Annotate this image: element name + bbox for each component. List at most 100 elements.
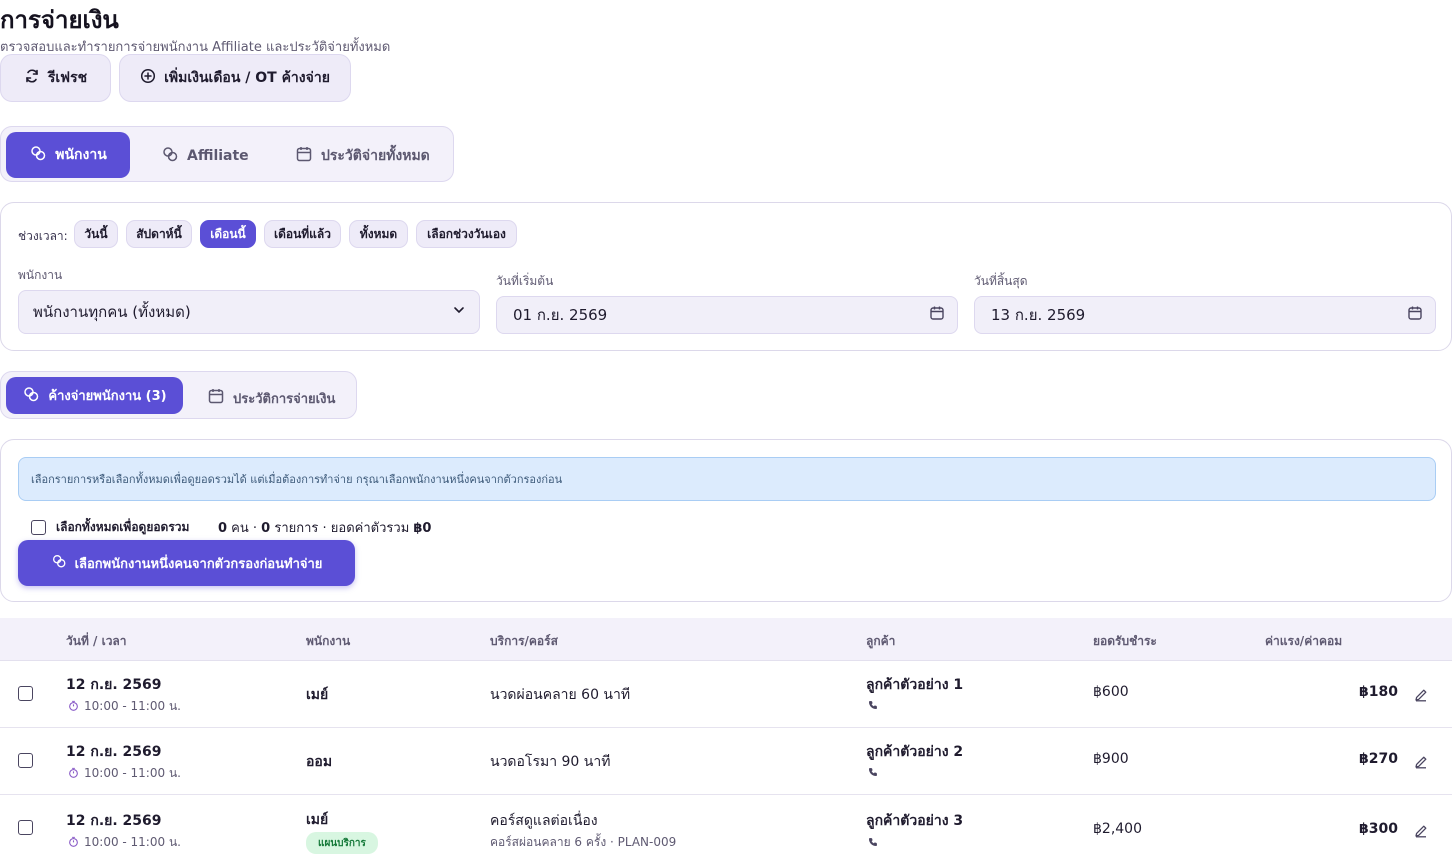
stopwatch-icon — [68, 836, 79, 850]
add-salary-button[interactable]: เพิ่มเงินเดือน / OT ค้างจ่าย — [119, 54, 351, 102]
row-customer: ลูกค้าตัวอย่าง 3 — [866, 813, 964, 829]
row-time-text: 10:00 - 11:00 น. — [84, 835, 181, 849]
row-time: 10:00 - 11:00 น. — [68, 697, 181, 716]
table-header: วันที่ / เวลา พนักงาน บริการ/คอร์ส ลูกค้… — [0, 618, 1452, 661]
summary-items-unit: รายการ · ยอดค่าตัวรวม — [270, 521, 414, 536]
refresh-label: รีเฟรช — [47, 70, 88, 86]
calendar-icon — [295, 145, 313, 167]
row-commission: ฿180 — [1359, 684, 1398, 700]
row-service: นวดอโรมา 90 นาที — [490, 754, 611, 770]
row-employee: เมย์ — [306, 812, 329, 828]
calendar-icon — [207, 387, 225, 409]
calendar-icon — [1407, 305, 1423, 325]
range-chip-week[interactable]: สัปดาห์นี้ — [126, 220, 192, 248]
row-time-text: 10:00 - 11:00 น. — [84, 766, 181, 780]
coins-icon — [51, 553, 67, 573]
refresh-icon — [24, 68, 40, 88]
row-time-text: 10:00 - 11:00 น. — [84, 699, 181, 713]
action-card: เลือกรายการหรือเลือกทั้งหมดเพื่อดูยอดรวม… — [0, 439, 1452, 602]
pencil-icon[interactable] — [1414, 687, 1428, 702]
row-commission: ฿300 — [1359, 821, 1398, 837]
chevron-down-icon — [451, 302, 467, 322]
tab-label: ประวัติการจ่ายเงิน — [233, 391, 336, 407]
tab-employees[interactable]: พนักงาน — [6, 132, 130, 178]
info-notice: เลือกรายการหรือเลือกทั้งหมดเพื่อดูยอดรวม… — [18, 457, 1436, 501]
range-label: ช่วงเวลา: — [18, 229, 68, 243]
start-date-input[interactable]: 01 ก.ย. 2569 — [496, 296, 958, 334]
stopwatch-icon — [68, 767, 79, 781]
end-date-input[interactable]: 13 ก.ย. 2569 — [974, 296, 1436, 334]
row-date: 12 ก.ย. 2569 — [66, 744, 162, 760]
row-date: 12 ก.ย. 2569 — [66, 813, 162, 829]
add-salary-label: เพิ่มเงินเดือน / OT ค้างจ่าย — [164, 70, 330, 86]
row-customer: ลูกค้าตัวอย่าง 1 — [866, 677, 964, 693]
employee-select-value: พนักงานทุกคน (ทั้งหมด) — [33, 303, 191, 321]
page-title: การจ่ายเงิน — [0, 6, 119, 34]
pencil-icon[interactable] — [1414, 823, 1428, 838]
row-employee: ออม — [306, 754, 333, 770]
selection-summary: 0 คน · 0 รายการ · ยอดค่าตัวรวม ฿0 — [218, 517, 431, 538]
stopwatch-icon — [68, 700, 79, 714]
col-datetime: วันที่ / เวลา — [66, 634, 127, 648]
tab-payment-history[interactable]: ประวัติการจ่ายเงิน — [207, 387, 335, 409]
col-commission: ค่าแรง/ค่าคอม — [1265, 634, 1343, 648]
plan-badge: แผนบริการ — [306, 832, 378, 854]
row-service-sub: คอร์สผ่อนคลาย 6 ครั้ง · PLAN-009 — [490, 835, 677, 849]
row-checkbox[interactable] — [18, 820, 33, 835]
tab-label: Affiliate — [187, 148, 249, 164]
main-tabs: พนักงาน Affiliate ประวัติจ่ายทั้งหมด — [0, 126, 454, 182]
sub-tabs: ค้างจ่ายพนักงาน (3) ประวัติการจ่ายเงิน — [0, 371, 357, 419]
tab-pending[interactable]: ค้างจ่ายพนักงาน (3) — [6, 377, 183, 414]
row-employee: เมย์ — [306, 687, 329, 703]
tab-history[interactable]: ประวัติจ่ายทั้งหมด — [295, 145, 430, 167]
plus-circle-icon — [140, 68, 156, 88]
range-chip-last-month[interactable]: เดือนที่แล้ว — [264, 220, 341, 248]
start-date-label: วันที่เริ่มต้น — [496, 274, 554, 288]
refresh-button[interactable]: รีเฟรช — [0, 54, 111, 102]
table-row[interactable]: 12 ก.ย. 2569 10:00 - 11:00 น. ออม นวดอโร… — [0, 728, 1452, 795]
row-commission: ฿270 — [1359, 751, 1398, 767]
range-chip-month[interactable]: เดือนนี้ — [200, 220, 256, 248]
row-payment: ฿900 — [1093, 751, 1129, 767]
row-payment: ฿2,400 — [1093, 821, 1142, 837]
row-checkbox[interactable] — [18, 753, 33, 768]
select-all-label: เลือกทั้งหมดเพื่อดูยอดรวม — [56, 520, 190, 534]
table-row[interactable]: 12 ก.ย. 2569 10:00 - 11:00 น. เมย์ นวดผ่… — [0, 661, 1452, 728]
range-chip-today[interactable]: วันนี้ — [74, 220, 118, 248]
col-employee: พนักงาน — [306, 634, 351, 648]
summary-people: 0 — [218, 521, 228, 536]
summary-people-unit: คน · — [227, 521, 262, 536]
pencil-icon[interactable] — [1414, 754, 1428, 769]
tab-label: ประวัติจ่ายทั้งหมด — [321, 148, 430, 164]
range-chip-all[interactable]: ทั้งหมด — [349, 220, 408, 248]
employee-label: พนักงาน — [18, 268, 63, 282]
pay-button[interactable]: เลือกพนักงานหนึ่งคนจากตัวกรองก่อนทำจ่าย — [18, 540, 355, 586]
employee-select[interactable]: พนักงานทุกคน (ทั้งหมด) — [18, 290, 480, 334]
coins-icon — [29, 144, 47, 166]
select-all[interactable]: เลือกทั้งหมดเพื่อดูยอดรวม — [31, 518, 189, 537]
select-all-checkbox[interactable] — [31, 520, 46, 535]
phone-icon — [868, 698, 878, 714]
row-service: คอร์สดูแลต่อเนื่อง — [490, 813, 598, 829]
row-service: นวดผ่อนคลาย 60 นาที — [490, 687, 631, 703]
tab-affiliate[interactable]: Affiliate — [161, 145, 249, 167]
phone-icon — [868, 835, 878, 851]
row-time: 10:00 - 11:00 น. — [68, 764, 181, 783]
coins-icon — [22, 385, 40, 407]
end-date-value: 13 ก.ย. 2569 — [991, 306, 1086, 324]
end-date-label: วันที่สิ้นสุด — [974, 274, 1028, 288]
tab-label: ค้างจ่ายพนักงาน (3) — [48, 389, 167, 404]
range-chip-custom[interactable]: เลือกช่วงวันเอง — [416, 220, 517, 248]
start-date-value: 01 ก.ย. 2569 — [513, 306, 608, 324]
col-payment: ยอดรับชำระ — [1093, 634, 1157, 648]
coins-icon — [161, 145, 179, 167]
summary-total: ฿0 — [413, 521, 432, 536]
row-customer: ลูกค้าตัวอย่าง 2 — [866, 744, 964, 760]
row-date: 12 ก.ย. 2569 — [66, 677, 162, 693]
table-row[interactable]: 12 ก.ย. 2569 10:00 - 11:00 น. เมย์ แผนบร… — [0, 795, 1452, 866]
summary-items: 0 — [261, 521, 271, 536]
row-payment: ฿600 — [1093, 684, 1129, 700]
row-time: 10:00 - 11:00 น. — [68, 833, 181, 852]
row-checkbox[interactable] — [18, 686, 33, 701]
phone-icon — [868, 765, 878, 781]
